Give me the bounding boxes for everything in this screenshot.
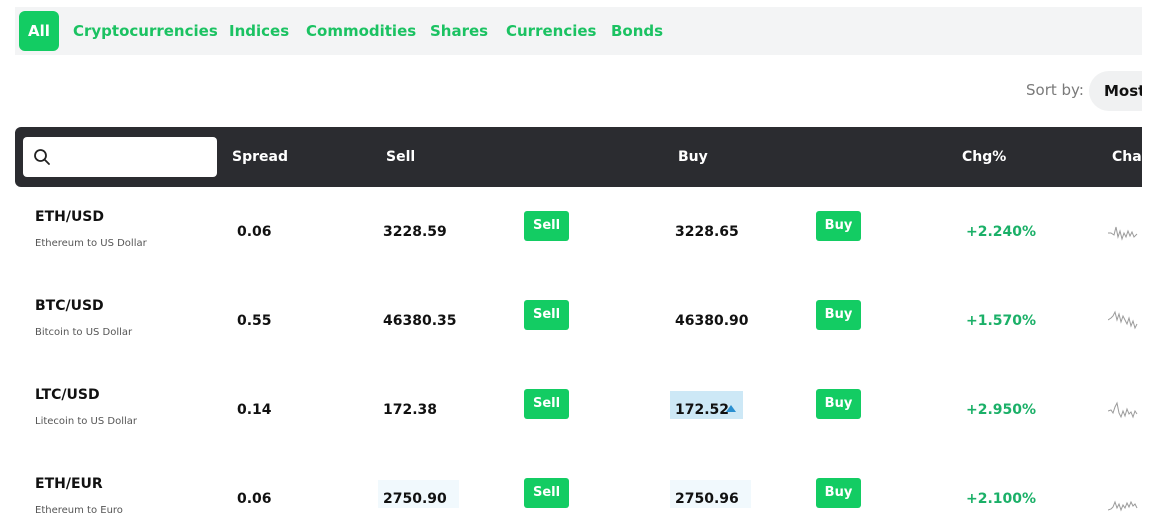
instrument-symbol[interactable]: LTC/USD — [35, 387, 100, 403]
buy-price: 3228.65 — [675, 224, 739, 240]
buy-button[interactable]: Buy — [816, 300, 861, 330]
sell-price: 2750.90 — [383, 491, 447, 507]
table-row[interactable]: LTC/USD Litecoin to US Dollar 0.14 172.3… — [15, 365, 1155, 454]
sell-button[interactable]: Sell — [524, 300, 569, 330]
spread-value: 0.06 — [237, 224, 272, 240]
tab-bonds[interactable]: Bonds — [611, 11, 663, 51]
instrument-symbol[interactable]: ETH/USD — [35, 209, 104, 225]
sparkline-chart[interactable] — [1108, 480, 1138, 520]
search-box[interactable] — [23, 137, 217, 177]
sparkline-chart[interactable] — [1108, 391, 1138, 431]
viewport-edge — [1142, 0, 1167, 526]
spread-value: 0.14 — [237, 402, 272, 418]
sell-price: 172.38 — [383, 402, 438, 418]
tab-all[interactable]: All — [19, 11, 59, 51]
search-input[interactable] — [61, 143, 211, 171]
buy-price: 2750.96 — [675, 491, 739, 507]
sell-button[interactable]: Sell — [524, 478, 569, 508]
sort-label: Sort by: — [1026, 81, 1084, 99]
tab-currencies[interactable]: Currencies — [506, 11, 596, 51]
change-percent: +1.570% — [966, 313, 1037, 329]
tab-cryptocurrencies[interactable]: Cryptocurrencies — [73, 11, 218, 51]
tab-commodities[interactable]: Commodities — [306, 11, 416, 51]
sparkline-chart[interactable] — [1108, 213, 1138, 253]
column-header-buy[interactable]: Buy — [678, 149, 708, 165]
column-header-spread[interactable]: Spread — [232, 149, 288, 165]
tab-indices[interactable]: Indices — [229, 11, 289, 51]
triangle-up-icon — [726, 405, 736, 412]
category-tabs: All Cryptocurrencies Indices Commodities… — [15, 7, 1142, 55]
buy-button[interactable]: Buy — [816, 389, 861, 419]
change-percent: +2.100% — [966, 491, 1037, 507]
instrument-description: Ethereum to US Dollar — [35, 238, 147, 249]
search-icon — [34, 149, 50, 165]
table-header: Spread Sell Buy Chg% Char — [15, 127, 1155, 187]
instrument-description: Bitcoin to US Dollar — [35, 327, 133, 338]
buy-price: 172.52 — [675, 402, 730, 418]
sell-button[interactable]: Sell — [524, 211, 569, 241]
instrument-description: Litecoin to US Dollar — [35, 416, 138, 427]
column-header-sell[interactable]: Sell — [386, 149, 415, 165]
table-row[interactable]: ETH/USD Ethereum to US Dollar 0.06 3228.… — [15, 187, 1155, 276]
tab-shares[interactable]: Shares — [430, 11, 488, 51]
instrument-description: Ethereum to Euro — [35, 505, 123, 516]
spread-value: 0.55 — [237, 313, 272, 329]
spread-value: 0.06 — [237, 491, 272, 507]
change-percent: +2.240% — [966, 224, 1037, 240]
buy-price: 46380.90 — [675, 313, 749, 329]
change-percent: +2.950% — [966, 402, 1037, 418]
sell-price: 3228.59 — [383, 224, 447, 240]
sell-price: 46380.35 — [383, 313, 457, 329]
table-row[interactable]: BTC/USD Bitcoin to US Dollar 0.55 46380.… — [15, 276, 1155, 365]
sell-button[interactable]: Sell — [524, 389, 569, 419]
table-row[interactable]: ETH/EUR Ethereum to Euro 0.06 2750.90 Se… — [15, 454, 1155, 526]
buy-button[interactable]: Buy — [816, 211, 861, 241]
instrument-symbol[interactable]: ETH/EUR — [35, 476, 103, 492]
instrument-symbol[interactable]: BTC/USD — [35, 298, 104, 314]
buy-button[interactable]: Buy — [816, 478, 861, 508]
column-header-chg[interactable]: Chg% — [962, 149, 1006, 165]
sparkline-chart[interactable] — [1108, 302, 1138, 342]
